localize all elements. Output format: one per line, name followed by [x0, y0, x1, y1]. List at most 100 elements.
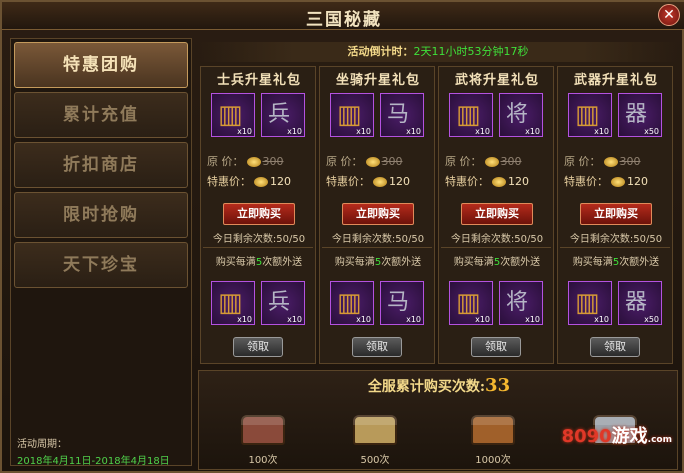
- chest-threshold-label: 100次: [248, 455, 278, 466]
- pack-title: 坐骑升星礼包: [335, 73, 420, 88]
- buy-now-button[interactable]: 立即购买: [461, 203, 533, 225]
- divider: [322, 247, 432, 248]
- divider: [560, 247, 670, 248]
- event-period-label: 活动周期：: [17, 439, 67, 450]
- bonus-rule-suffix: 次额外送: [500, 257, 541, 268]
- pack-item-slot[interactable]: ▥ x10: [330, 93, 374, 137]
- bonus-item-slot[interactable]: ▥ x10: [449, 281, 493, 325]
- chest-threshold-label: 500次: [360, 455, 390, 466]
- item-count: x10: [594, 315, 609, 324]
- item-count: x10: [525, 315, 540, 324]
- reward-chest[interactable]: [467, 407, 519, 449]
- claim-button[interactable]: 领取: [590, 337, 640, 357]
- original-price-label: 原 价：: [564, 155, 601, 168]
- server-rewards-panel: 全服累计购买次数:33 100次 500次 1000次: [198, 370, 678, 470]
- gold-ingot-icon: [365, 157, 380, 167]
- gift-pack-card: 武将升星礼包 ▥ x10 将 x10 原 价： 300 特惠价： 120 立即购买 …: [438, 66, 554, 364]
- bonus-item-slot[interactable]: ▥ x10: [330, 281, 374, 325]
- close-button[interactable]: ✕: [658, 4, 680, 26]
- pack-item-slot[interactable]: 器 x50: [618, 93, 662, 137]
- gold-ingot-icon: [484, 157, 499, 167]
- window: 三国秘藏 ✕ 特惠团购 累计充值 折扣商店 限时抢购 天下珍宝 活动周期： 20…: [0, 0, 684, 473]
- sidebar-item-world-treasure[interactable]: 天下珍宝: [14, 242, 188, 288]
- divider: [203, 247, 313, 248]
- sidebar: 特惠团购 累计充值 折扣商店 限时抢购 天下珍宝 活动周期： 2018年4月11…: [10, 38, 192, 467]
- server-total-label: 全服累计购买次数:: [367, 379, 486, 395]
- watermark-text: 游戏: [611, 426, 648, 447]
- sidebar-item-discount-shop[interactable]: 折扣商店: [14, 142, 188, 188]
- chest-lid: [353, 415, 397, 425]
- pack-item-slot[interactable]: ▥ x10: [211, 93, 255, 137]
- sale-price-label: 特惠价：: [207, 175, 251, 188]
- sale-price-label: 特惠价：: [564, 175, 608, 188]
- bonus-item-slot[interactable]: 兵 x10: [261, 281, 305, 325]
- chest-lid: [471, 415, 515, 425]
- item-count: x10: [237, 315, 252, 324]
- event-period-value: 2018年4月11日-2018年4月18日: [17, 456, 170, 467]
- bonus-rule-suffix: 次额外送: [381, 257, 422, 268]
- divider: [441, 247, 551, 248]
- reward-chest[interactable]: [349, 407, 401, 449]
- gift-pack-card: 坐骑升星礼包 ▥ x10 马 x10 原 价： 300 特惠价： 120 立即购买 …: [319, 66, 435, 364]
- buy-now-button[interactable]: 立即购买: [580, 203, 652, 225]
- bonus-rule-prefix: 购买每满: [572, 257, 613, 268]
- bonus-item-slot[interactable]: ▥ x10: [568, 281, 612, 325]
- original-price: 300: [500, 155, 522, 168]
- reward-chest[interactable]: [237, 407, 289, 449]
- bonus-item-slot[interactable]: ▥ x10: [211, 281, 255, 325]
- item-count: x10: [525, 127, 540, 136]
- countdown-label: 活动倒计时：: [347, 45, 414, 58]
- item-count: x10: [237, 127, 252, 136]
- item-count: x10: [287, 127, 302, 136]
- countdown-value: 2天11小时53分钟17秒: [413, 45, 529, 58]
- site-watermark: 8090游戏.com: [562, 422, 672, 448]
- gift-pack-card: 士兵升星礼包 ▥ x10 兵 x10 原 价： 300 特惠价： 120 立即购买 …: [200, 66, 316, 364]
- sale-price: 120: [508, 175, 529, 188]
- original-price-row: 原 价： 300: [326, 153, 403, 169]
- pack-item-slot[interactable]: 将 x10: [499, 93, 543, 137]
- pack-item-slot[interactable]: ▥ x10: [568, 93, 612, 137]
- item-count: x10: [406, 127, 421, 136]
- claim-button[interactable]: 领取: [352, 337, 402, 357]
- remaining-purchases: 今日剩余次数:50/50: [212, 234, 306, 245]
- pack-item-slot[interactable]: ▥ x10: [449, 93, 493, 137]
- watermark-number: 8090: [561, 426, 612, 447]
- claim-button[interactable]: 领取: [471, 337, 521, 357]
- item-count: x10: [356, 315, 371, 324]
- bonus-rule-suffix: 次额外送: [619, 257, 660, 268]
- item-count: x10: [594, 127, 609, 136]
- sale-price-row: 特惠价： 120: [326, 173, 410, 189]
- original-price: 300: [619, 155, 641, 168]
- sale-price: 120: [627, 175, 648, 188]
- sidebar-item-cumulative-recharge[interactable]: 累计充值: [14, 92, 188, 138]
- claim-button[interactable]: 领取: [233, 337, 283, 357]
- bonus-item-slot[interactable]: 器 x50: [618, 281, 662, 325]
- gift-pack-card: 武器升星礼包 ▥ x10 器 x50 原 价： 300 特惠价： 120 立即购买 …: [557, 66, 673, 364]
- item-count: x10: [406, 315, 421, 324]
- server-total-purchases: 全服累计购买次数:33: [199, 375, 679, 396]
- bonus-item-slot[interactable]: 将 x10: [499, 281, 543, 325]
- server-total-count: 33: [485, 375, 511, 396]
- pack-item-slot[interactable]: 马 x10: [380, 93, 424, 137]
- bonus-rule-suffix: 次额外送: [262, 257, 303, 268]
- original-price: 300: [262, 155, 284, 168]
- item-count: x50: [644, 315, 659, 324]
- pack-item-slot[interactable]: 兵 x10: [261, 93, 305, 137]
- bonus-rule-text: 购买每满5次额外送: [439, 253, 555, 268]
- item-count: x50: [644, 127, 659, 136]
- buy-now-button[interactable]: 立即购买: [223, 203, 295, 225]
- pack-title: 武器升星礼包: [573, 73, 658, 88]
- original-price-row: 原 价： 300: [207, 153, 284, 169]
- sale-price-label: 特惠价：: [326, 175, 370, 188]
- chest-threshold-label: 1000次: [475, 455, 511, 466]
- sale-price-row: 特惠价： 120: [207, 173, 291, 189]
- pack-title: 武将升星礼包: [454, 73, 539, 88]
- item-count: x10: [356, 127, 371, 136]
- bonus-item-slot[interactable]: 马 x10: [380, 281, 424, 325]
- remaining-purchases: 今日剩余次数:50/50: [569, 234, 663, 245]
- sidebar-item-flash-sale[interactable]: 限时抢购: [14, 192, 188, 238]
- bonus-rule-text: 购买每满5次额外送: [201, 253, 317, 268]
- buy-now-button[interactable]: 立即购买: [342, 203, 414, 225]
- original-price: 300: [381, 155, 403, 168]
- sidebar-item-special-group-buy[interactable]: 特惠团购: [14, 42, 188, 88]
